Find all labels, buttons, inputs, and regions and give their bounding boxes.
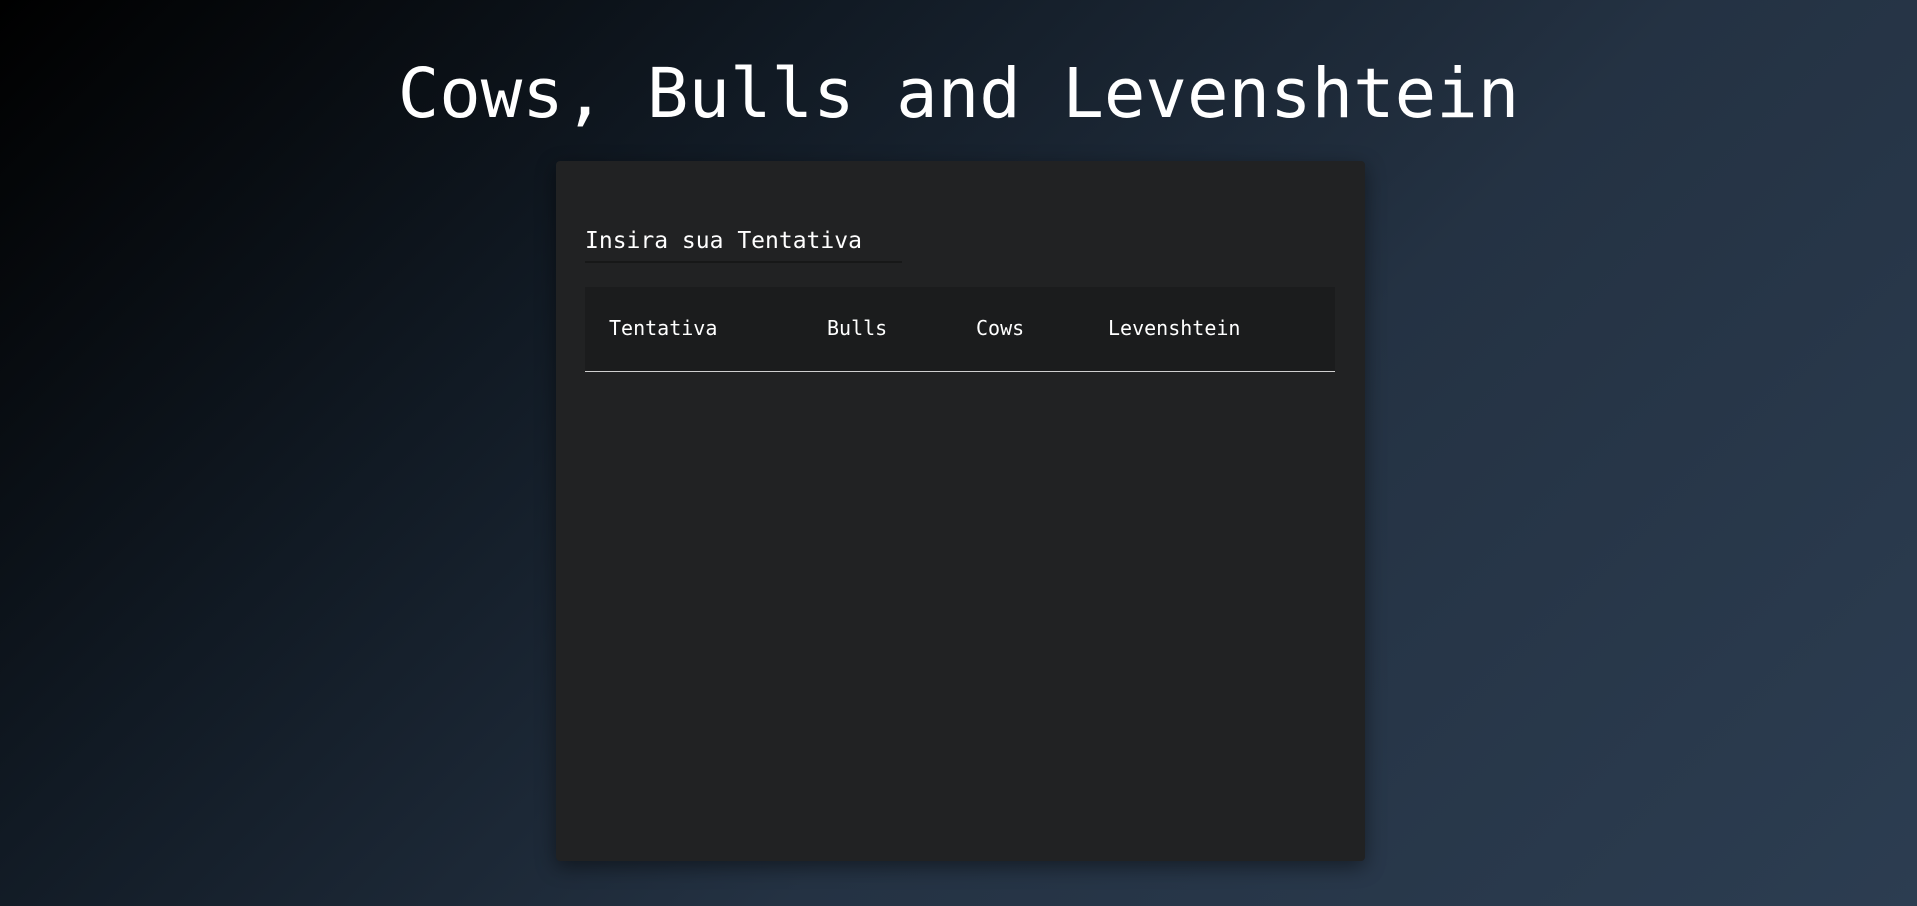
results-table-header: Tentativa Bulls Cows Levenshtein (585, 287, 1335, 372)
guess-input[interactable] (585, 221, 902, 263)
column-header-levenshtein: Levenshtein (1108, 316, 1241, 340)
column-header-cows: Cows (976, 316, 1025, 340)
column-header-tentativa: Tentativa (609, 316, 718, 340)
page-title: Cows, Bulls and Levenshtein (397, 54, 1520, 134)
column-header-bulls: Bulls (827, 316, 888, 340)
game-card: Tentativa Bulls Cows Levenshtein (556, 161, 1365, 861)
